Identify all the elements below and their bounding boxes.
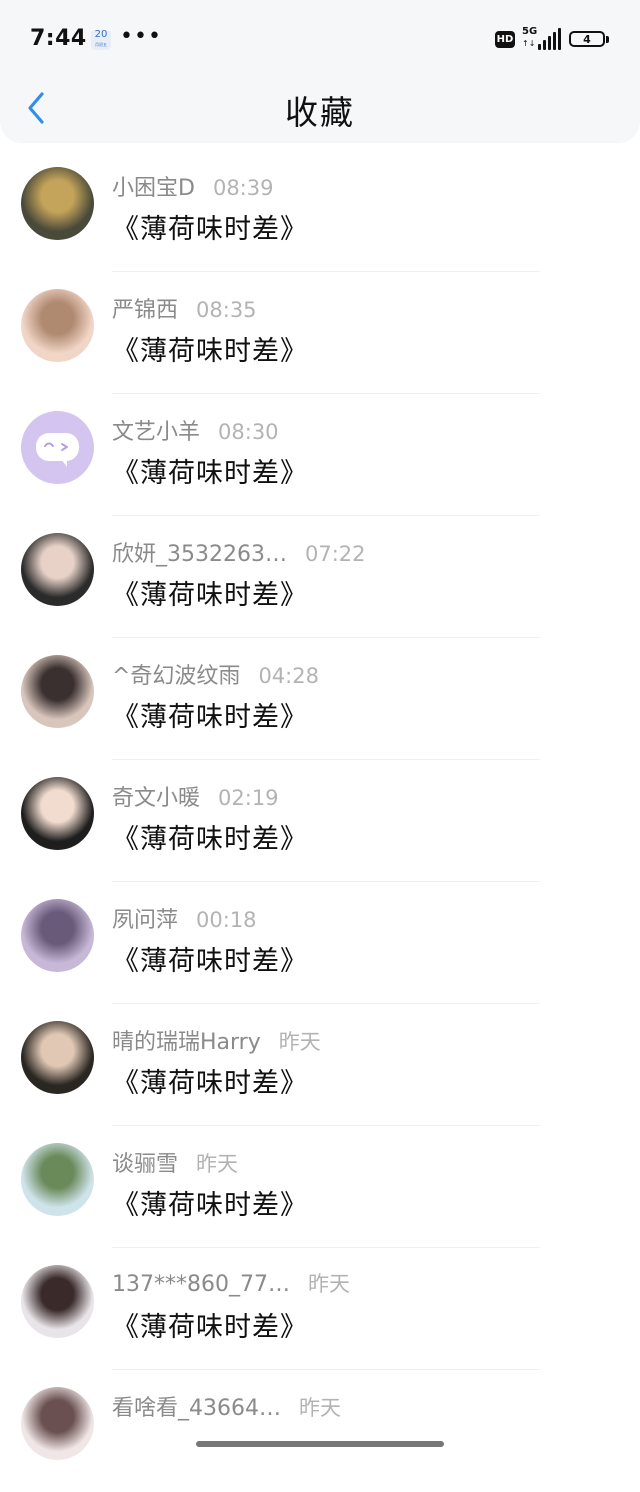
- item-meta: 奇文小暖 02:19: [112, 780, 279, 812]
- avatar[interactable]: [21, 1387, 94, 1460]
- avatar[interactable]: [21, 533, 94, 606]
- item-meta: 谈骊雪 昨天: [112, 1146, 238, 1178]
- timestamp: 04:28: [258, 664, 319, 688]
- user-name: 奇文小暖: [112, 786, 201, 811]
- user-name: 谈骊雪: [112, 1152, 179, 1177]
- home-indicator[interactable]: [196, 1441, 444, 1447]
- favorite-content: 《薄荷味时差》: [112, 1068, 308, 1099]
- avatar[interactable]: [21, 1265, 94, 1338]
- favorite-content: 《薄荷味时差》: [112, 824, 308, 855]
- item-meta: 看啥看_43664… 昨天: [112, 1390, 341, 1422]
- item-meta: 137***860_77… 昨天: [112, 1268, 350, 1298]
- list-item[interactable]: 看啥看_43664… 昨天: [0, 1370, 640, 1492]
- hd-icon: HD: [495, 31, 515, 48]
- avatar[interactable]: [21, 655, 94, 728]
- favorite-content: 《薄荷味时差》: [112, 336, 308, 367]
- user-name: 137***860_77…: [112, 1272, 290, 1297]
- avatar[interactable]: [21, 899, 94, 972]
- page-title: 收藏: [285, 93, 355, 132]
- favorite-content: 《薄荷味时差》: [112, 702, 308, 733]
- item-meta: 文艺小羊 08:30: [112, 414, 279, 446]
- top-bar: 7:44 20 月初五 ••• HD 5G ↑↓ 4 收藏: [0, 0, 640, 142]
- status-bar: 7:44 20 月初五 ••• HD 5G ↑↓ 4: [0, 0, 640, 80]
- battery-level: 4: [583, 32, 591, 46]
- avatar[interactable]: [21, 289, 94, 362]
- favorite-content: 《薄荷味时差》: [112, 214, 308, 245]
- status-time: 7:44: [30, 26, 87, 51]
- list-item[interactable]: ^奇幻波纹雨 04:28 《薄荷味时差》: [0, 638, 640, 760]
- item-meta: 小困宝D 08:39: [112, 170, 273, 202]
- item-meta: 夙问萍 00:18: [112, 902, 257, 934]
- timestamp: 02:19: [218, 786, 279, 810]
- chat-bubble-icon: [36, 433, 79, 467]
- favorite-content: 《薄荷味时差》: [112, 458, 308, 489]
- item-meta: 严锦西 08:35: [112, 292, 257, 324]
- avatar[interactable]: [21, 411, 94, 484]
- favorites-list: 小困宝D 08:39 《薄荷味时差》 严锦西 08:35 《薄荷味时差》 文艺小羊 08:30…: [0, 150, 640, 1492]
- list-item[interactable]: 137***860_77… 昨天《薄荷味时差》: [0, 1248, 640, 1370]
- timestamp: 昨天: [307, 1272, 350, 1296]
- user-name: 文艺小羊: [112, 420, 201, 445]
- user-name: 欣妍_3532263…: [112, 542, 287, 567]
- list-item[interactable]: 文艺小羊 08:30 《薄荷味时差》: [0, 394, 640, 516]
- item-meta: 欣妍_3532263… 07:22: [112, 536, 366, 568]
- user-name: 晴的瑞瑞Harry: [112, 1030, 261, 1055]
- list-item[interactable]: 晴的瑞瑞Harry 昨天《薄荷味时差》: [0, 1004, 640, 1126]
- list-item[interactable]: 严锦西 08:35 《薄荷味时差》: [0, 272, 640, 394]
- item-meta: ^奇幻波纹雨 04:28: [112, 658, 319, 690]
- calendar-day: 20: [94, 29, 108, 40]
- favorite-content: 《薄荷味时差》: [112, 1190, 308, 1221]
- timestamp: 08:30: [218, 420, 279, 444]
- list-item[interactable]: 谈骊雪 昨天《薄荷味时差》: [0, 1126, 640, 1248]
- timestamp: 00:18: [196, 908, 257, 932]
- data-arrows-icon: ↑↓: [522, 39, 536, 48]
- list-item[interactable]: 夙问萍 00:18 《薄荷味时差》: [0, 882, 640, 1004]
- timestamp: 昨天: [196, 1152, 239, 1176]
- favorite-content: 《薄荷味时差》: [112, 946, 308, 977]
- avatar[interactable]: [21, 1021, 94, 1094]
- list-item[interactable]: 欣妍_3532263… 07:22 《薄荷味时差》: [0, 516, 640, 638]
- battery-icon: 4: [569, 31, 605, 47]
- item-meta: 晴的瑞瑞Harry 昨天: [112, 1024, 321, 1056]
- list-item[interactable]: 奇文小暖 02:19 《薄荷味时差》: [0, 760, 640, 882]
- user-name: 小困宝D: [112, 176, 195, 201]
- signal-bars-icon: [538, 28, 562, 50]
- favorite-content: 《薄荷味时差》: [112, 1312, 308, 1343]
- user-name: ^奇幻波纹雨: [112, 664, 241, 689]
- signal-icon: 5G ↑↓: [520, 26, 564, 50]
- more-notifications-icon: •••: [120, 24, 162, 49]
- network-type: 5G: [522, 26, 538, 37]
- favorite-content: 《薄荷味时差》: [112, 580, 308, 611]
- avatar[interactable]: [21, 777, 94, 850]
- timestamp: 08:39: [212, 176, 274, 200]
- calendar-sub: 月初五: [95, 42, 107, 47]
- timestamp: 08:35: [196, 298, 257, 322]
- timestamp: 07:22: [304, 542, 366, 566]
- user-name: 严锦西: [112, 298, 179, 323]
- timestamp: 昨天: [299, 1396, 341, 1420]
- timestamp: 昨天: [278, 1030, 321, 1054]
- user-name: 看啥看_43664…: [112, 1396, 281, 1421]
- avatar[interactable]: [21, 1143, 94, 1216]
- calendar-icon: 20 月初五: [91, 30, 111, 50]
- list-item[interactable]: 小困宝D 08:39 《薄荷味时差》: [0, 150, 640, 272]
- user-name: 夙问萍: [112, 908, 179, 933]
- avatar[interactable]: [21, 167, 94, 240]
- battery-tip: [606, 36, 609, 43]
